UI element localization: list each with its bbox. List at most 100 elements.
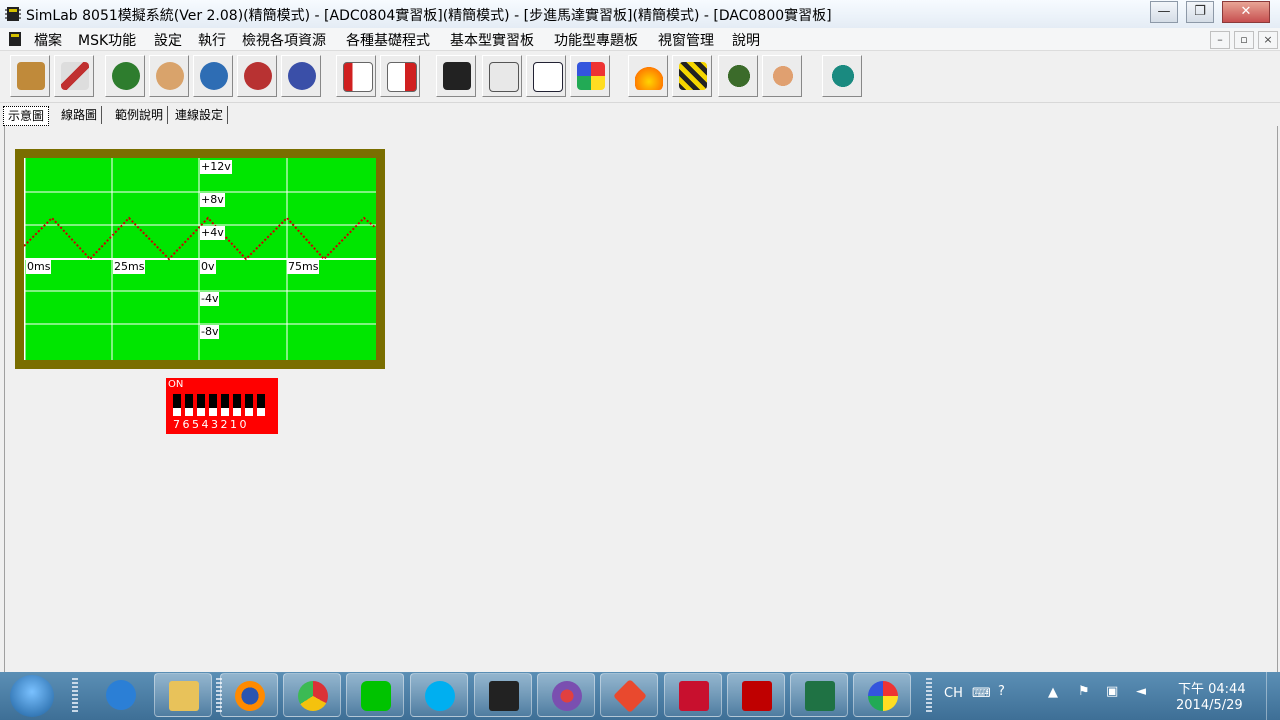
menu-settings[interactable]: 設定 <box>154 30 182 50</box>
document-button[interactable] <box>482 55 522 97</box>
person-5-button[interactable] <box>281 55 321 97</box>
close-button[interactable]: ✕ <box>1222 1 1270 23</box>
menu-basic-boards[interactable]: 基本型實習板 <box>450 30 534 50</box>
firefox-icon <box>235 681 265 711</box>
explorer-icon <box>169 681 199 711</box>
taskbar-line[interactable] <box>346 673 404 717</box>
grenade-button[interactable] <box>718 55 758 97</box>
paint-icon <box>868 681 898 711</box>
window-title: SimLab 8051模擬系統(Ver 2.08)(精簡模式) - [ADC08… <box>26 8 832 24</box>
minimize-button[interactable]: — <box>1150 1 1178 23</box>
toolbar <box>0 52 1280 103</box>
person-2-icon <box>156 62 184 90</box>
export-button[interactable] <box>380 55 420 97</box>
dip-switch-5[interactable] <box>197 394 205 416</box>
chip-button[interactable] <box>436 55 476 97</box>
tab-connection[interactable]: 連線設定 <box>171 106 229 124</box>
taskbar-simlab[interactable] <box>474 673 532 717</box>
git-icon <box>613 679 647 713</box>
taskbar-git[interactable] <box>600 673 658 717</box>
menu-msk[interactable]: MSK功能 <box>78 30 136 50</box>
load-button[interactable] <box>336 55 376 97</box>
dip-switch-7[interactable] <box>173 394 181 416</box>
taskbar-explorer[interactable] <box>154 673 212 717</box>
mdi-minimize-button[interactable]: – <box>1210 31 1230 49</box>
menu-view-resources[interactable]: 檢視各項資源 <box>242 30 326 50</box>
thumb-button[interactable] <box>762 55 802 97</box>
person-1-button[interactable] <box>105 55 145 97</box>
binary-button[interactable] <box>526 55 566 97</box>
dip-switch-2[interactable] <box>233 394 241 416</box>
taskbar-gripper[interactable] <box>72 678 78 714</box>
clock-date[interactable]: 2014/5/29 <box>1176 698 1243 713</box>
clock-time[interactable]: 下午 04:44 <box>1178 678 1246 697</box>
taskbar-chrome[interactable] <box>283 673 341 717</box>
person-3-icon <box>200 62 228 90</box>
menu-function-boards[interactable]: 功能型專題板 <box>554 30 638 50</box>
taskbar-gripper-3[interactable] <box>926 678 932 714</box>
menu-file[interactable]: 檔案 <box>34 30 62 50</box>
menu-help[interactable]: 說明 <box>732 30 760 50</box>
keyboard-icon[interactable]: ⌨ <box>972 686 991 701</box>
network-icon[interactable]: ▣ <box>1106 684 1118 699</box>
dip-numbers: 76543210 <box>173 418 249 431</box>
taskbar: CH ⌨ ? ▲ ⚑ ▣ ◄ 下午 04:44 2014/5/29 <box>0 672 1280 720</box>
excel-icon <box>805 681 835 711</box>
person-1-icon <box>112 62 140 90</box>
dip-switch-1[interactable] <box>245 394 253 416</box>
menu-run[interactable]: 執行 <box>198 30 226 50</box>
restore-button[interactable]: ❐ <box>1186 1 1214 23</box>
filezilla-icon <box>742 681 772 711</box>
palette-board-button[interactable] <box>570 55 610 97</box>
chip-icon <box>443 62 471 90</box>
person-2-button[interactable] <box>149 55 189 97</box>
person-5-icon <box>288 62 316 90</box>
menu-basic-programs[interactable]: 各種基礎程式 <box>346 30 430 50</box>
tools-button[interactable] <box>54 55 94 97</box>
dip-switch-0[interactable] <box>257 394 265 416</box>
start-button[interactable] <box>10 675 54 717</box>
mdi-close-button[interactable]: × <box>1258 31 1278 49</box>
magnifier-icon <box>552 681 582 711</box>
taskbar-filezilla[interactable] <box>727 673 785 717</box>
export-icon <box>387 62 417 92</box>
language-indicator[interactable]: CH <box>944 686 963 701</box>
menu-bar: 檔案 MSK功能 設定 執行 檢視各項資源 各種基礎程式 基本型實習板 功能型專… <box>0 28 1280 51</box>
tab-circuit[interactable]: 線路圖 <box>57 106 103 124</box>
dip-switch-6[interactable] <box>185 394 193 416</box>
flame-button[interactable] <box>628 55 668 97</box>
person-4-button[interactable] <box>237 55 277 97</box>
volume-icon[interactable]: ◄ <box>1136 684 1146 699</box>
show-desktop-button[interactable] <box>1266 672 1280 720</box>
menu-window[interactable]: 視窗管理 <box>658 30 714 50</box>
taskbar-excel[interactable] <box>790 673 848 717</box>
dip-switch-4[interactable] <box>209 394 217 416</box>
ie-icon <box>106 680 136 710</box>
taskbar-acrobat[interactable] <box>664 673 722 717</box>
app-icon <box>5 7 21 21</box>
help-icon <box>829 62 857 90</box>
mdi-restore-button[interactable]: ▫ <box>1234 31 1254 49</box>
taskbar-skype[interactable] <box>410 673 468 717</box>
taskbar-paint[interactable] <box>853 673 911 717</box>
taskbar-magnifier[interactable] <box>537 673 595 717</box>
taskbar-firefox[interactable] <box>220 673 278 717</box>
taskbar-ie[interactable] <box>92 673 150 717</box>
tab-diagram[interactable]: 示意圖 <box>3 106 50 126</box>
help-tray-icon[interactable]: ? <box>998 684 1005 699</box>
y-label-4v: +4v <box>200 226 225 240</box>
dip-switch[interactable]: ON 76543210 <box>166 378 278 434</box>
dip-switch-3[interactable] <box>221 394 229 416</box>
binary-icon <box>533 62 563 92</box>
clapper-button[interactable] <box>672 55 712 97</box>
tab-example[interactable]: 範例說明 <box>111 106 169 124</box>
y-label-0v: 0v <box>200 260 216 274</box>
help-button[interactable] <box>822 55 862 97</box>
mdi-system-icon[interactable] <box>6 30 24 48</box>
person-4-icon <box>244 62 272 90</box>
show-hidden-icons-icon[interactable]: ▲ <box>1048 685 1058 700</box>
action-center-icon[interactable]: ⚑ <box>1078 684 1090 699</box>
person-3-button[interactable] <box>193 55 233 97</box>
y-label-8v: +8v <box>200 193 225 207</box>
book-button[interactable] <box>10 55 50 97</box>
